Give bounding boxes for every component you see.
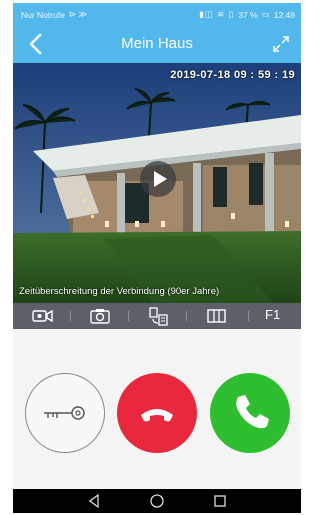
door-panel-icon [207,309,226,323]
status-bar: Nur Notrufe ⊳ ≫ ▮◫ ≋ ▯ 37 % ▭ 12:48 [13,3,301,25]
nav-recents-button[interactable] [212,493,228,509]
status-time: 12:48 [273,9,295,20]
intercom-button[interactable] [139,303,179,329]
video-timestamp: 2019-07-18 09 : 59 : 19 [170,69,295,81]
snapshot-button[interactable] [81,303,121,329]
status-left: Nur Notrufe ⊳ ≫ [21,9,87,20]
record-icon [32,309,53,323]
video-feed[interactable]: 2019-07-18 09 : 59 : 19 Zeitüberschreitu… [13,63,301,303]
page-title: Mein Haus [121,35,193,52]
toolbar-divider [70,311,71,321]
phone-screen: Nur Notrufe ⊳ ≫ ▮◫ ≋ ▯ 37 % ▭ 12:48 Mein… [13,3,301,513]
recents-square-icon [214,495,226,507]
answer-button[interactable] [210,373,290,453]
signal-icons: ▮◫ ≋ ▯ [199,9,235,19]
home-circle-icon [150,494,164,508]
play-icon [154,171,167,187]
record-button[interactable] [23,303,63,329]
status-right: ▮◫ ≋ ▯ 37 % ▭ 12:48 [199,9,295,20]
toolbar-divider [128,311,129,321]
nav-back-button[interactable] [86,493,102,509]
carrier-label: Nur Notrufe [21,9,65,20]
fullscreen-button[interactable] [271,34,291,54]
call-controls [13,329,301,489]
cast-icon: ⊳ ≫ [68,9,88,19]
back-triangle-icon [88,493,99,509]
phone-hangup-icon [141,409,173,422]
expand-icon [273,36,289,52]
toolbar-divider [186,311,187,321]
unlock-button[interactable] [25,373,105,453]
intercom-icon [149,307,168,326]
toolbar-divider [248,311,249,321]
phone-answer-icon [236,395,269,429]
battery-percent: 37 % [238,9,258,20]
hangup-button[interactable] [117,373,197,453]
f1-button[interactable]: F1 [265,307,280,322]
play-button[interactable] [140,161,176,197]
door-panel-button[interactable] [197,303,237,329]
key-icon [44,406,85,420]
video-toolbar: F1 [13,303,301,329]
app-bar: Mein Haus [13,25,301,63]
battery-icon: ▭ [261,9,270,19]
nav-home-button[interactable] [149,493,165,509]
system-nav-bar [13,489,301,513]
connection-timeout-message: Zeitüberschreitung der Verbindung (90er … [19,286,220,297]
camera-icon [90,309,110,324]
